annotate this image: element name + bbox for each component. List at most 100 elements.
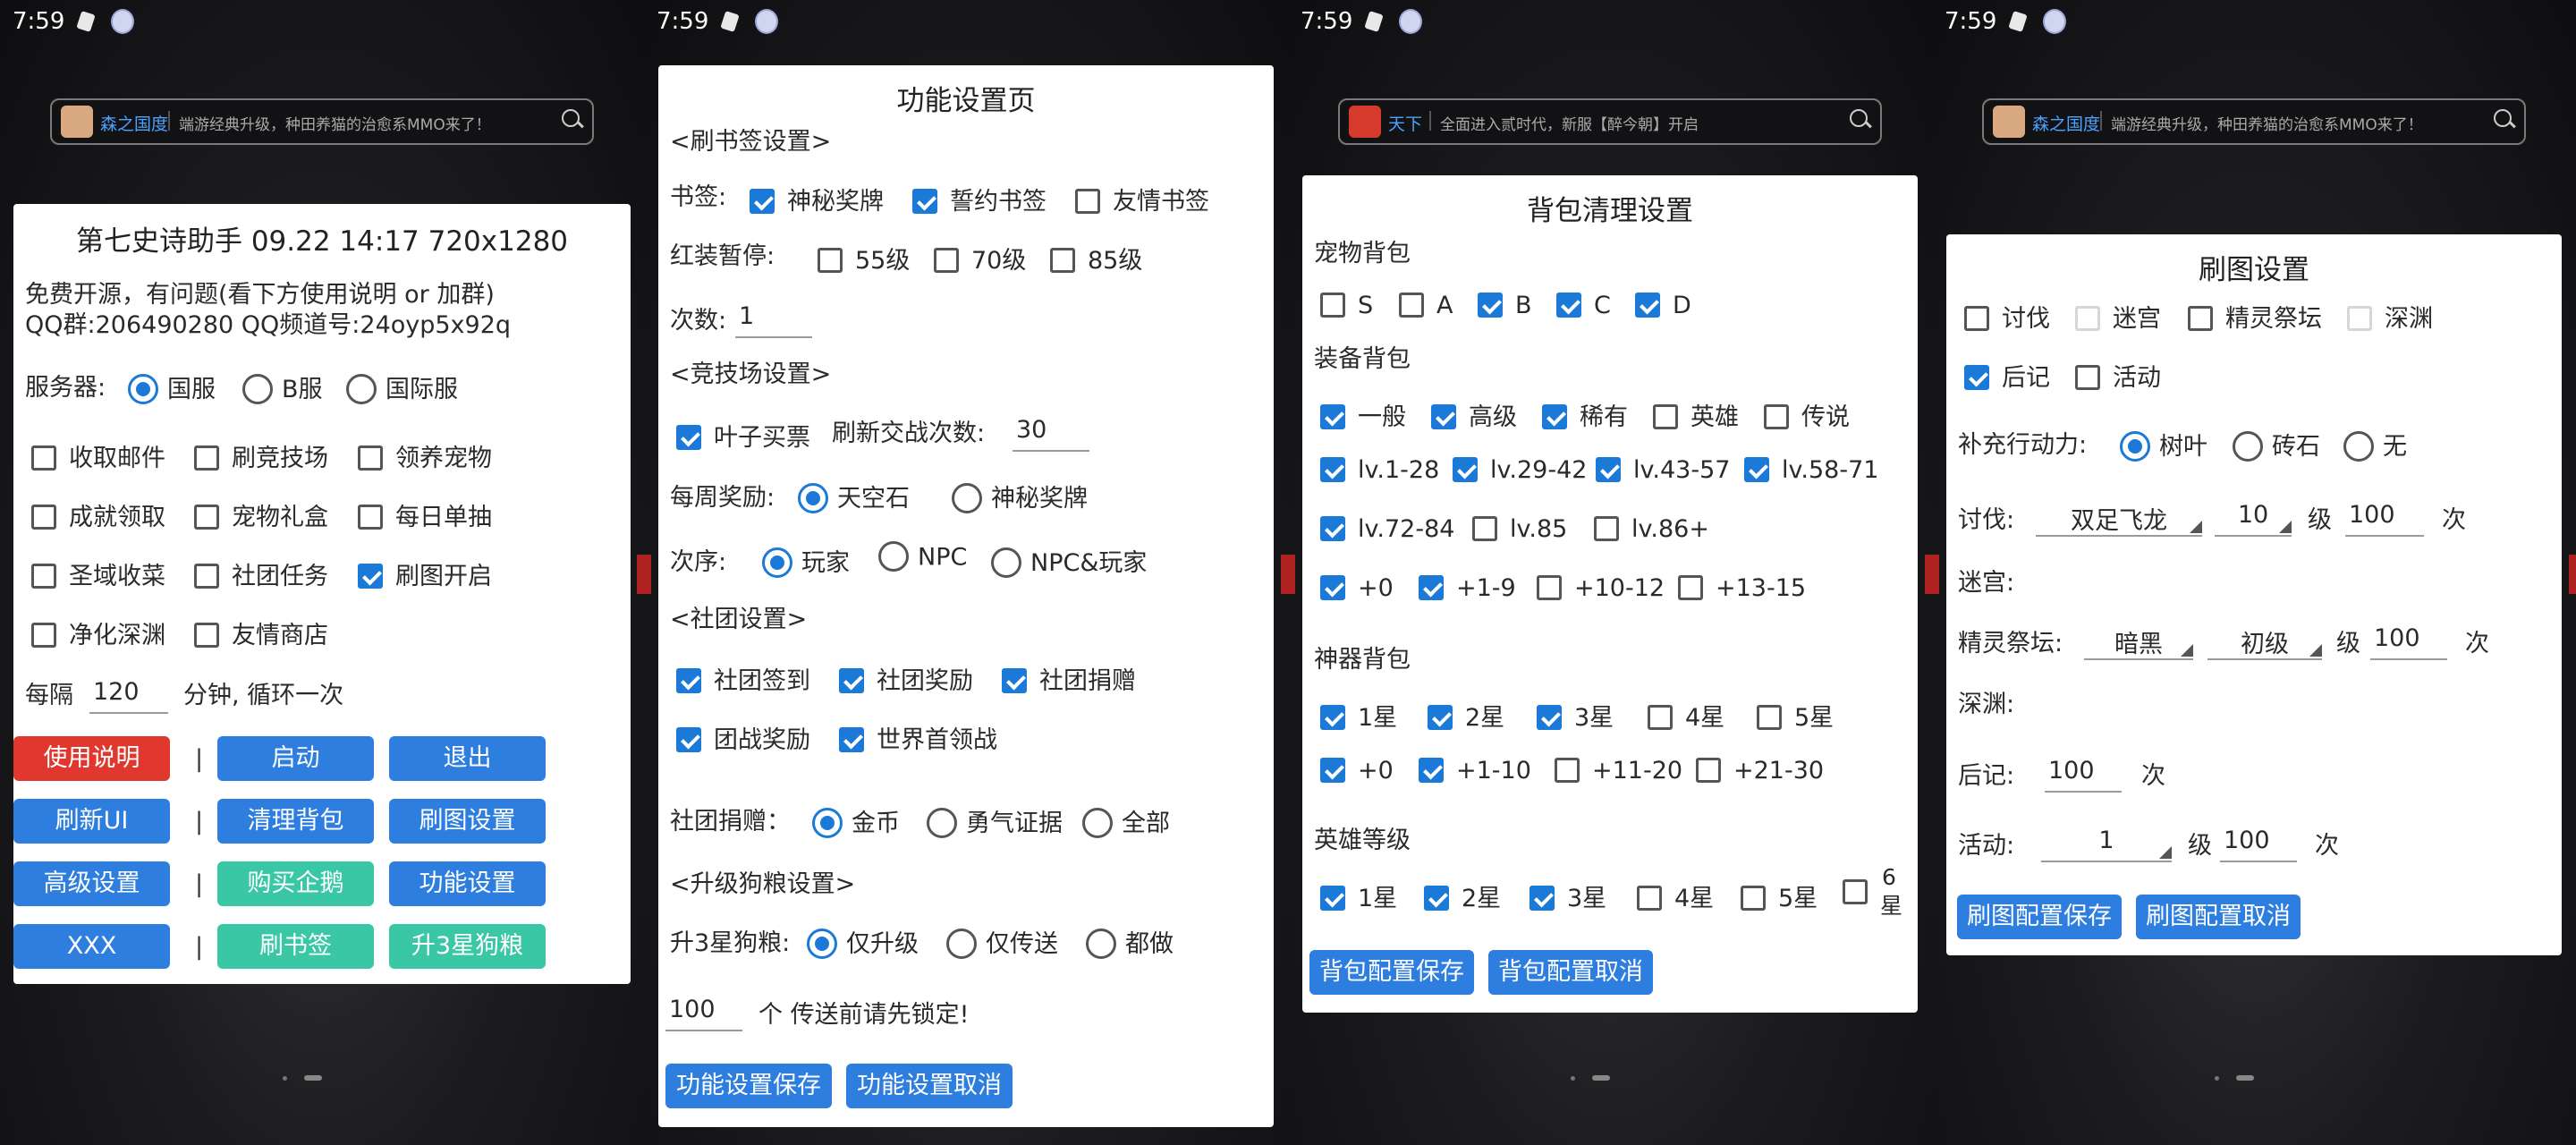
hero-star-3[interactable]: 3星 xyxy=(1530,878,1606,913)
equip-heroic[interactable]: 英雄 xyxy=(1653,397,1739,432)
pet-grade-s[interactable]: S xyxy=(1320,292,1373,319)
option-map-farming[interactable]: 刷图开启 xyxy=(358,556,492,591)
red-pause-55[interactable]: 55级 xyxy=(818,241,910,276)
event-count-input[interactable]: 100 xyxy=(2220,827,2297,862)
mode-hunt[interactable]: 讨伐 xyxy=(1964,299,2050,334)
clear-bag-button[interactable]: 清理背包 xyxy=(217,799,374,844)
hunt-boss-select[interactable]: 双足飞龙 xyxy=(2036,501,2202,537)
hunt-count-input[interactable]: 100 xyxy=(2345,501,2424,537)
both-radio[interactable]: 都做 xyxy=(1086,924,1174,961)
map-config-save-button[interactable]: 刷图配置保存 xyxy=(1957,895,2122,939)
refill-stone-radio[interactable]: 砖石 xyxy=(2233,427,2320,463)
order-player-radio[interactable]: 玩家 xyxy=(762,543,850,580)
option-pet-gift[interactable]: 宠物礼盒 xyxy=(194,497,328,532)
artifact-star-1[interactable]: 1星 xyxy=(1320,698,1397,733)
map-settings-button[interactable]: 刷图设置 xyxy=(389,799,546,844)
option-abyss[interactable]: 净化深渊 xyxy=(31,615,165,650)
red-pause-70[interactable]: 70级 xyxy=(934,241,1026,276)
equip-lv-1-28[interactable]: lv.1-28 xyxy=(1320,456,1439,484)
option-friend-shop[interactable]: 友情商店 xyxy=(194,615,328,650)
option-mail[interactable]: 收取邮件 xyxy=(31,438,165,473)
nav-pill[interactable] xyxy=(2236,1075,2254,1081)
option-sanctuary[interactable]: 圣域收菜 xyxy=(31,556,165,591)
nav-pill[interactable] xyxy=(304,1075,322,1081)
map-config-cancel-button[interactable]: 刷图配置取消 xyxy=(2136,895,2301,939)
hunt-level-select[interactable]: 10 xyxy=(2215,501,2292,537)
bag-config-save-button[interactable]: 背包配置保存 xyxy=(1309,950,1474,995)
advanced-settings-button[interactable]: 高级设置 xyxy=(13,861,170,906)
artifact-plus-11-20[interactable]: +11-20 xyxy=(1555,757,1682,785)
equip-plus-1-9[interactable]: +1-9 xyxy=(1419,574,1516,602)
pet-grade-c[interactable]: C xyxy=(1556,292,1611,319)
equip-lv-72-84[interactable]: lv.72-84 xyxy=(1320,515,1454,543)
dog-food-amount-input[interactable]: 100 xyxy=(665,996,742,1031)
altar-level-select[interactable]: 初级 xyxy=(2207,624,2322,660)
ad-banner[interactable]: 天下 全面进入贰时代，新服【醉今朝】开启 xyxy=(1338,98,1882,145)
refill-none-radio[interactable]: 无 xyxy=(2343,427,2407,463)
mode-epilogue[interactable]: 后记 xyxy=(1964,358,2050,393)
bookmarks-button[interactable]: 刷书签 xyxy=(217,924,374,969)
pet-grade-b[interactable]: B xyxy=(1478,292,1532,319)
ad-banner[interactable]: 森之国度 端游经典升级，种田养猫的治愈系MMO来了！ xyxy=(1982,98,2526,145)
artifact-plus-1-10[interactable]: +1-10 xyxy=(1419,757,1531,785)
function-settings-save-button[interactable]: 功能设置保存 xyxy=(665,1064,832,1108)
search-icon[interactable] xyxy=(1850,109,1869,129)
hero-star-4[interactable]: 4星 xyxy=(1637,878,1714,913)
equip-plus-0[interactable]: +0 xyxy=(1320,574,1394,602)
refill-leaf-radio[interactable]: 树叶 xyxy=(2120,427,2207,463)
server-radio-cn[interactable]: 国服 xyxy=(128,369,216,406)
mode-spirit-altar[interactable]: 精灵祭坛 xyxy=(2188,299,2322,334)
bookmark-covenant[interactable]: 誓约书签 xyxy=(912,182,1046,216)
weekly-skystone-radio[interactable]: 天空石 xyxy=(798,479,910,515)
mode-event[interactable]: 活动 xyxy=(2075,358,2161,393)
upgrade-only-radio[interactable]: 仅升级 xyxy=(807,924,919,961)
manual-button[interactable]: 使用说明 xyxy=(13,736,170,781)
guild-war-reward[interactable]: 团战奖励 xyxy=(676,720,810,755)
option-guild-task[interactable]: 社团任务 xyxy=(194,556,328,591)
refresh-ui-button[interactable]: 刷新UI xyxy=(13,799,170,844)
pet-grade-a[interactable]: A xyxy=(1399,292,1453,319)
server-radio-b[interactable]: B服 xyxy=(242,369,323,406)
server-radio-intl[interactable]: 国际服 xyxy=(346,369,458,406)
equip-epic[interactable]: 传说 xyxy=(1764,397,1850,432)
artifact-star-5[interactable]: 5星 xyxy=(1757,698,1834,733)
count-input[interactable]: 1 xyxy=(735,302,812,338)
bag-config-cancel-button[interactable]: 背包配置取消 xyxy=(1488,950,1653,995)
dog-food-button[interactable]: 升3星狗粮 xyxy=(389,924,546,969)
function-settings-cancel-button[interactable]: 功能设置取消 xyxy=(846,1064,1013,1108)
equip-lv-43-57[interactable]: lv.43-57 xyxy=(1596,456,1730,484)
equip-lv-58-71[interactable]: lv.58-71 xyxy=(1744,456,1878,484)
guild-checkin[interactable]: 社团签到 xyxy=(676,661,810,696)
red-pause-85[interactable]: 85级 xyxy=(1050,241,1142,276)
order-npc-player-radio[interactable]: NPC&玩家 xyxy=(991,543,1147,580)
leaf-buy-tickets[interactable]: 叶子买票 xyxy=(676,418,810,453)
artifact-star-3[interactable]: 3星 xyxy=(1537,698,1614,733)
altar-count-input[interactable]: 100 xyxy=(2370,624,2447,660)
donate-courage-radio[interactable]: 勇气证据 xyxy=(927,803,1063,840)
buy-penguin-button[interactable]: 购买企鹅 xyxy=(217,861,374,906)
refresh-count-input[interactable]: 30 xyxy=(1013,416,1089,452)
guild-donate[interactable]: 社团捐赠 xyxy=(1002,661,1136,696)
guild-reward[interactable]: 社团奖励 xyxy=(839,661,973,696)
hero-star-1[interactable]: 1星 xyxy=(1320,878,1397,913)
option-arena[interactable]: 刷竞技场 xyxy=(194,438,328,473)
equip-normal[interactable]: 一般 xyxy=(1320,397,1406,432)
world-boss[interactable]: 世界首领战 xyxy=(839,720,997,755)
artifact-plus-0[interactable]: +0 xyxy=(1320,757,1394,785)
altar-type-select[interactable]: 暗黑 xyxy=(2084,624,2193,660)
equip-rare[interactable]: 稀有 xyxy=(1542,397,1628,432)
bookmark-mystic-medal[interactable]: 神秘奖牌 xyxy=(750,182,884,216)
function-settings-button[interactable]: 功能设置 xyxy=(389,861,546,906)
hero-star-5[interactable]: 5星 xyxy=(1741,878,1818,913)
option-daily-draw[interactable]: 每日单抽 xyxy=(358,497,492,532)
start-button[interactable]: 启动 xyxy=(217,736,374,781)
equip-plus-10-12[interactable]: +10-12 xyxy=(1537,574,1665,602)
ad-banner[interactable]: 森之国度 端游经典升级，种田养猫的治愈系MMO来了！ xyxy=(50,98,594,145)
option-achievement[interactable]: 成就领取 xyxy=(31,497,165,532)
hero-star-2[interactable]: 2星 xyxy=(1424,878,1501,913)
artifact-plus-21-30[interactable]: +21-30 xyxy=(1696,757,1824,785)
interval-input[interactable]: 120 xyxy=(89,678,168,714)
epilogue-count-input[interactable]: 100 xyxy=(2045,757,2122,793)
donate-all-radio[interactable]: 全部 xyxy=(1082,803,1170,840)
option-adopt-pet[interactable]: 领养宠物 xyxy=(358,438,492,473)
